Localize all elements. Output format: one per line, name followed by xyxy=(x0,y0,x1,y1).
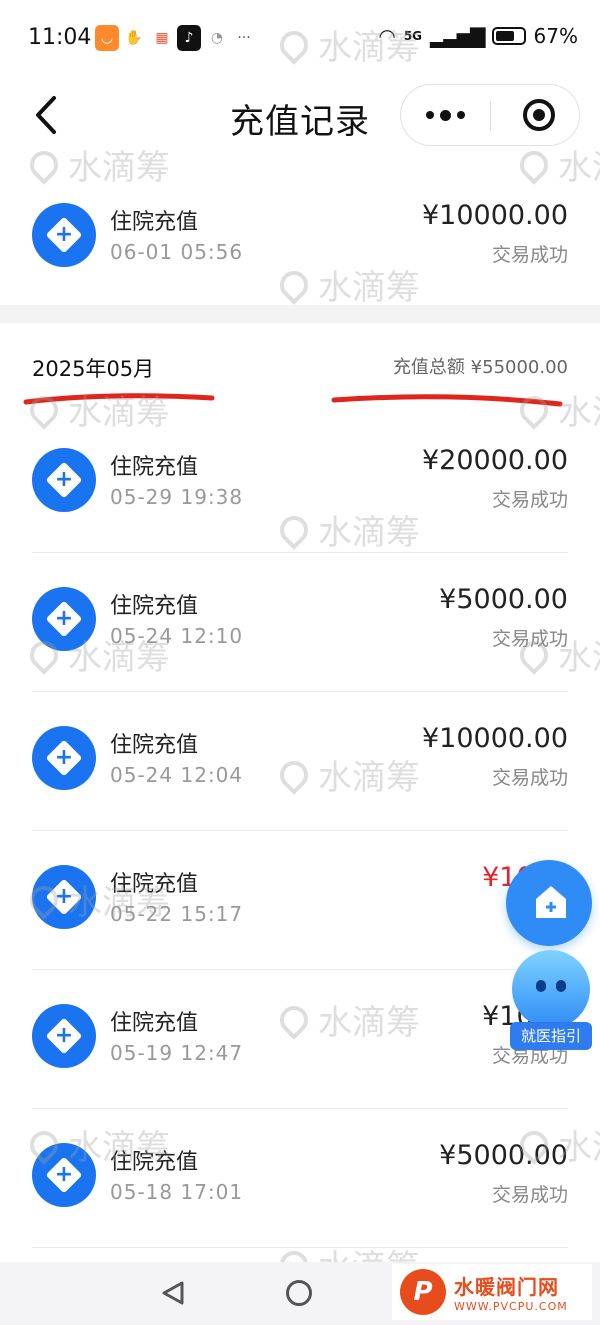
home-nav-icon[interactable] xyxy=(286,1280,312,1306)
wifi-question-icon: ◔ xyxy=(210,30,224,46)
record-status: 交易成功 xyxy=(491,1184,568,1206)
row-divider xyxy=(32,552,568,553)
row-divider xyxy=(32,1247,568,1248)
home-icon xyxy=(536,886,566,918)
home-float-button[interactable] xyxy=(506,860,592,946)
calendar-notification-icon: ▦ xyxy=(155,30,169,46)
more-button[interactable] xyxy=(401,85,490,145)
record-title: 住院充值 xyxy=(110,594,199,619)
recharge-icon: + xyxy=(32,1004,96,1068)
month-label: 2025年05月 xyxy=(32,357,155,381)
record-title: 住院充值 xyxy=(110,733,199,758)
brand-url: WWW.PVCPU.COM xyxy=(454,1300,568,1313)
signal-icon: ▂▃▅▇ xyxy=(430,24,486,48)
more-dot-icon xyxy=(426,111,434,119)
taobao-notification-icon: ◡ xyxy=(95,25,119,51)
record-time: 05-18 17:01 xyxy=(110,1180,244,1204)
record-time: 05-24 12:04 xyxy=(110,763,244,787)
record-time: 05-19 12:47 xyxy=(110,1041,244,1065)
back-nav-icon[interactable] xyxy=(160,1280,186,1306)
record-amount: ¥5000.00 xyxy=(439,584,568,615)
record-status: 交易成功 xyxy=(491,767,568,789)
robot-avatar-icon xyxy=(512,950,590,1028)
record-title: 住院充值 xyxy=(110,455,199,480)
month-header: 2025年05月 充值总额 ¥55000.00 xyxy=(0,323,600,405)
nav-bar: 充值记录 xyxy=(0,78,600,156)
list-item[interactable]: + 住院充值 05-24 12:10 ¥5000.00 交易成功 xyxy=(0,554,600,692)
record-status: 交易成功 xyxy=(491,489,568,511)
network-indicator: 5G xyxy=(403,29,423,43)
recharge-icon: + xyxy=(32,1143,96,1207)
section-gap xyxy=(0,305,600,323)
brand-p-icon: P xyxy=(400,1269,446,1315)
brand-name: 水暖阀门网 xyxy=(454,1275,559,1299)
record-title: 住院充值 xyxy=(110,210,199,235)
medical-guide-label: 就医指引 xyxy=(510,1022,592,1050)
system-nav-bar: P 水暖阀门网 WWW.PVCPU.COM xyxy=(0,1262,600,1325)
status-right: ◠ 5G ▂▃▅▇ 67% xyxy=(378,24,578,48)
record-title: 住院充值 xyxy=(110,1011,199,1036)
record-amount: ¥10000.00 xyxy=(421,723,568,754)
miniprogram-capsule xyxy=(400,84,580,146)
battery-icon xyxy=(491,27,526,45)
record-title: 住院充值 xyxy=(110,872,199,897)
more-notifications-icon: ··· xyxy=(237,30,251,46)
medical-guide-button[interactable]: 就医指引 xyxy=(510,950,592,1050)
record-time: 06-01 05:56 xyxy=(110,240,244,264)
record-title: 住院充值 xyxy=(110,1150,199,1175)
wifi-icon: ◠ xyxy=(378,24,396,48)
recharge-icon: + xyxy=(32,448,96,512)
record-time: 05-24 12:10 xyxy=(110,624,244,648)
corner-brand-logo: P 水暖阀门网 WWW.PVCPU.COM xyxy=(392,1264,592,1320)
record-amount: ¥5000.00 xyxy=(439,1140,568,1171)
record-status: 交易成功 xyxy=(491,628,568,650)
capsule-divider xyxy=(490,101,491,131)
record-amount: ¥10000.00 xyxy=(421,200,568,231)
recharge-icon: + xyxy=(32,203,96,267)
record-time: 05-29 19:38 xyxy=(110,485,244,509)
hand-notification-icon: ✋ xyxy=(125,30,143,46)
status-bar: 11:04 ◡ ✋ ▦ ♪ ◔ ··· ◠ 5G ▂▃▅▇ 67% xyxy=(0,0,600,78)
close-miniprogram-icon[interactable] xyxy=(523,99,555,131)
recharge-icon: + xyxy=(32,726,96,790)
list-item[interactable]: + 住院充值 06-01 05:56 ¥10000.00 交易成功 xyxy=(0,170,600,300)
record-amount: ¥20000.00 xyxy=(421,445,568,476)
month-total: 充值总额 ¥55000.00 xyxy=(392,357,568,378)
more-dot-icon xyxy=(440,109,451,121)
row-divider xyxy=(32,830,568,831)
recharge-icon: + xyxy=(32,587,96,651)
record-status: 交易成功 xyxy=(491,244,568,266)
recharge-icon: + xyxy=(32,865,96,929)
more-dot-icon xyxy=(457,111,465,119)
list-item[interactable]: + 住院充值 05-24 12:04 ¥10000.00 交易成功 xyxy=(0,693,600,831)
tiktok-notification-icon: ♪ xyxy=(177,25,201,51)
row-divider xyxy=(32,691,568,692)
row-divider xyxy=(32,969,568,970)
record-time: 05-22 15:17 xyxy=(110,902,244,926)
list-item[interactable]: + 住院充值 05-29 19:38 ¥20000.00 交易成功 xyxy=(0,415,600,553)
list-item[interactable]: + 住院充值 05-18 17:01 ¥5000.00 交易成功 xyxy=(0,1110,600,1248)
status-time: 11:04 xyxy=(28,25,92,50)
battery-percent: 67% xyxy=(533,24,578,48)
row-divider xyxy=(32,1108,568,1109)
